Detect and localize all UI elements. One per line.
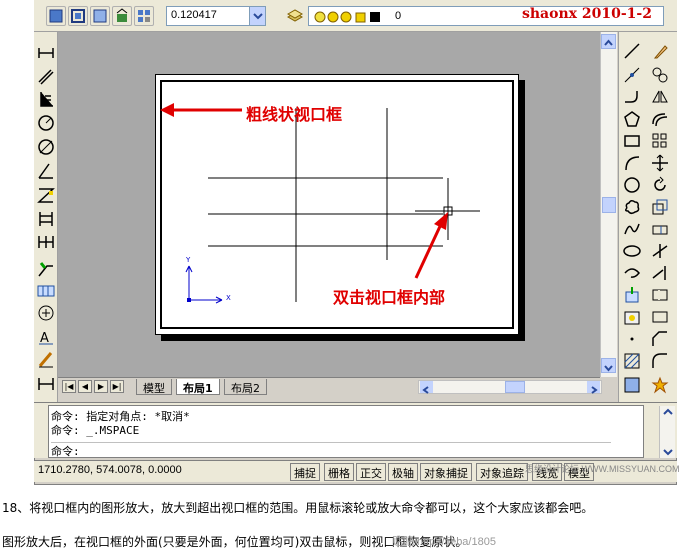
annotation-double-click: 双击视口框内部: [333, 288, 446, 307]
circle-icon[interactable]: [623, 176, 641, 194]
mirror-icon[interactable]: [651, 88, 669, 106]
author-watermark: shaonx 2010-1-2: [522, 6, 652, 22]
site-watermark: 思缘设计论坛 WWW.MISSYUAN.COM: [525, 464, 680, 474]
stretch-icon[interactable]: [651, 220, 669, 238]
horizontal-scrollbar[interactable]: [418, 380, 602, 394]
radius-dimension-icon[interactable]: [37, 114, 55, 132]
hatch-icon[interactable]: [623, 352, 641, 370]
paper-space-icon[interactable]: [46, 6, 66, 26]
ellipse-icon[interactable]: [623, 242, 641, 260]
copy-icon[interactable]: [651, 66, 669, 84]
layer-name: 0: [395, 10, 402, 22]
gradient-icon[interactable]: [623, 376, 641, 394]
array-icon[interactable]: [651, 132, 669, 150]
scale-icon[interactable]: [651, 198, 669, 216]
annotation-arrow-up: [414, 212, 448, 279]
scroll-right-arrow-icon[interactable]: [587, 381, 600, 394]
layer-states-icon[interactable]: [134, 6, 154, 26]
break-icon[interactable]: [651, 286, 669, 304]
line-icon[interactable]: [623, 42, 641, 60]
ucs-icon: [185, 265, 223, 304]
ortho-toggle[interactable]: 正交: [356, 463, 386, 481]
dimension-update-icon[interactable]: [37, 374, 55, 392]
chamfer-icon[interactable]: [651, 330, 669, 348]
snap-toggle[interactable]: 捕捉: [290, 463, 320, 481]
leader-icon[interactable]: [37, 260, 55, 278]
viewport-scale-combo[interactable]: 0.120417: [166, 6, 266, 26]
linear-dimension-icon[interactable]: [37, 44, 55, 62]
quick-dimension-icon[interactable]: [37, 186, 55, 204]
viewport-scale-value: 0.120417: [171, 9, 217, 21]
aligned-dimension-icon[interactable]: [37, 68, 55, 86]
angular-dimension-icon[interactable]: [37, 162, 55, 180]
fillet-icon[interactable]: [651, 352, 669, 370]
annotation-arrow-left: [160, 103, 242, 117]
ordinate-dimension-icon[interactable]: [37, 90, 55, 108]
diameter-dimension-icon[interactable]: [37, 138, 55, 156]
grid-toggle[interactable]: 栅格: [324, 463, 354, 481]
layer-state-icons: [314, 11, 380, 23]
tab-layout1[interactable]: 布局1: [176, 379, 220, 395]
viewport-icon[interactable]: [90, 6, 110, 26]
trim-icon[interactable]: [651, 242, 669, 260]
command-history[interactable]: 命令: 指定对角点: *取消* 命令: _.MSPACE 命令:: [48, 405, 675, 459]
previous-tab-icon[interactable]: ◀: [78, 380, 92, 393]
ucs-y-label: Y: [186, 256, 191, 264]
dimension-edit-icon[interactable]: A: [37, 328, 55, 346]
continue-dimension-icon[interactable]: [37, 232, 55, 250]
chevron-down-icon[interactable]: [249, 7, 265, 25]
tab-model[interactable]: 模型: [136, 379, 172, 395]
scroll-down-arrow-icon[interactable]: [601, 358, 616, 373]
clip-icon[interactable]: [112, 6, 132, 26]
make-block-icon[interactable]: [623, 308, 641, 326]
dimension-text-edit-icon[interactable]: [37, 350, 55, 368]
scroll-thumb[interactable]: [602, 197, 616, 213]
h-scroll-thumb[interactable]: [505, 381, 525, 393]
tolerance-icon[interactable]: [37, 282, 55, 300]
explode-icon[interactable]: [651, 376, 669, 394]
polar-toggle[interactable]: 极轴: [388, 463, 418, 481]
tieba-watermark: 贴吧 http://tieba/1805: [392, 536, 496, 548]
command-prompt[interactable]: 命令:: [51, 442, 611, 459]
last-tab-icon[interactable]: ▶|: [110, 380, 124, 393]
rectangle-icon[interactable]: [623, 132, 641, 150]
revision-cloud-icon[interactable]: [623, 198, 641, 216]
first-tab-icon[interactable]: |◀: [62, 380, 76, 393]
scroll-up-arrow-icon[interactable]: [601, 34, 616, 49]
dimension-toolbar: A: [34, 32, 58, 402]
command-scrollbar[interactable]: [659, 406, 675, 458]
ellipse-arc-icon[interactable]: [623, 264, 641, 282]
layer-manager-icon[interactable]: [286, 7, 304, 25]
arc-icon[interactable]: [623, 154, 641, 172]
insert-block-icon[interactable]: [623, 286, 641, 304]
extend-icon[interactable]: [651, 264, 669, 282]
erase-icon[interactable]: [651, 42, 669, 60]
model-space-icon[interactable]: [68, 6, 88, 26]
join-icon[interactable]: [651, 308, 669, 326]
baseline-dimension-icon[interactable]: [37, 210, 55, 228]
annotation-viewport-border: 粗线状视口框: [246, 105, 343, 124]
rotate-icon[interactable]: [651, 176, 669, 194]
scroll-left-arrow-icon[interactable]: [420, 381, 433, 394]
command-window: 命令: 指定对角点: *取消* 命令: _.MSPACE 命令:: [34, 402, 677, 458]
coordinate-readout: 1710.2780, 574.0078, 0.0000: [38, 464, 182, 476]
next-tab-icon[interactable]: ▶: [94, 380, 108, 393]
point-icon[interactable]: [623, 330, 641, 348]
object-snap-toggle[interactable]: 对象捕捉: [420, 463, 472, 481]
ucs-x-label: X: [226, 294, 231, 302]
construction-line-icon[interactable]: [623, 66, 641, 84]
vertical-scrollbar[interactable]: [600, 32, 617, 377]
move-icon[interactable]: [651, 154, 669, 172]
object-tracking-toggle[interactable]: 对象追踪: [476, 463, 528, 481]
caption-step-18: 18、将视口框内的图形放大，放大到超出视口框的范围。用鼠标滚轮或放大命令都可以，…: [2, 501, 594, 515]
tab-layout2[interactable]: 布局2: [224, 379, 267, 395]
center-mark-icon[interactable]: [37, 304, 55, 322]
command-line-2: 命令: _.MSPACE: [51, 424, 140, 437]
draw-modify-toolbars: [618, 32, 677, 402]
polyline-icon[interactable]: [623, 88, 641, 106]
polygon-icon[interactable]: [623, 110, 641, 128]
offset-icon[interactable]: [651, 110, 669, 128]
spline-icon[interactable]: [623, 220, 641, 238]
